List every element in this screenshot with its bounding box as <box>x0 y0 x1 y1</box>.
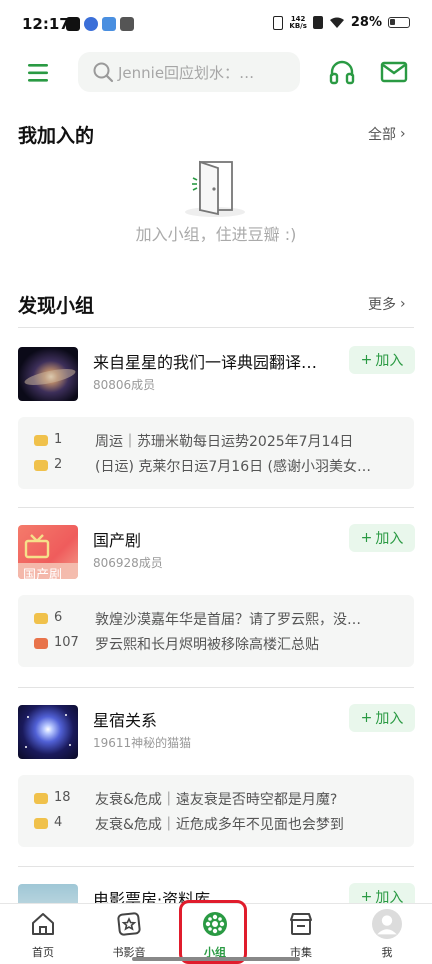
search-placeholder: Jennie回应划水：… <box>118 64 255 82</box>
nav-me[interactable]: 我 <box>344 904 430 964</box>
nav-label: 我 <box>381 946 393 959</box>
vibrate-icon <box>273 15 284 30</box>
home-icon <box>32 913 54 935</box>
divider <box>18 507 414 508</box>
battery-percent: 28% <box>350 15 382 30</box>
group-avatar <box>18 347 78 401</box>
comment-bubble-icon <box>34 818 48 829</box>
plus-icon: + <box>360 530 373 546</box>
group-avatar <box>18 705 78 759</box>
group-members: 806928成员 <box>93 556 163 570</box>
door-illustration <box>185 160 245 217</box>
headphones-icon[interactable] <box>328 58 356 86</box>
join-button[interactable]: + 加入 <box>349 524 415 552</box>
group-name[interactable]: 星宿关系 <box>93 707 343 731</box>
join-button[interactable]: + 加入 <box>349 704 415 732</box>
comment-bubble-icon <box>34 460 48 471</box>
top-header: Jennie回应划水：… <box>0 52 432 96</box>
search-bar[interactable]: Jennie回应划水：… <box>78 52 300 92</box>
post-title[interactable]: 罗云熙和长月烬明被移除高楼汇总贴 <box>95 634 400 654</box>
group-avatar-text: 国产剧 <box>23 568 63 579</box>
discover-more-link[interactable]: 更多 › <box>368 294 406 314</box>
post-row[interactable]: 2 (日运) 克莱尔日运7月16日 (感谢小羽美女… <box>18 454 414 478</box>
join-label: 加入 <box>375 531 404 547</box>
comment-bubble-icon <box>34 613 48 624</box>
post-row[interactable]: 4 友衰&危成｜近危成多年不见面也会梦到 <box>18 812 414 836</box>
status-right: 142 KB/s 28% <box>273 15 410 30</box>
post-row[interactable]: 107 罗云熙和长月烬明被移除高楼汇总贴 <box>18 632 414 656</box>
post-title[interactable]: (日运) 克莱尔日运7月16日 (感谢小羽美女… <box>95 456 400 476</box>
discover-section-title: 发现小组 <box>18 295 95 317</box>
group-posts: 6 敦煌沙漠嘉年华是首届？请了罗云熙，没… 107 罗云熙和长月烬明被移除高楼汇… <box>18 595 414 667</box>
avatar <box>372 909 402 939</box>
comment-count: 6 <box>54 610 63 625</box>
discover-more-label: 更多 <box>368 297 396 313</box>
net-speed-unit: KB/s <box>289 21 307 30</box>
comment-count: 1 <box>54 432 63 447</box>
star-card-icon <box>117 912 141 936</box>
comment-count: 107 <box>54 635 79 650</box>
joined-all-label: 全部 <box>368 127 396 143</box>
joined-empty-text: 加入小组，住进豆瓣 :) <box>135 225 297 244</box>
post-title[interactable]: 敦煌沙漠嘉年华是首届？请了罗云熙，没… <box>95 609 400 629</box>
group-posts: 1 周运｜苏珊米勒每日运势2025年7月14日 2 (日运) 克莱尔日运7月16… <box>18 417 414 489</box>
status-time: 12:17 <box>22 15 70 33</box>
divider <box>18 327 414 328</box>
chevron-right-icon: › <box>400 126 406 142</box>
tiktok-app-icon <box>66 17 80 31</box>
comment-bubble-icon <box>34 793 48 804</box>
mail-icon[interactable] <box>380 60 408 84</box>
join-label: 加入 <box>375 353 404 369</box>
divider <box>18 687 414 688</box>
battery-icon <box>388 17 410 28</box>
app-notification-icon <box>84 17 98 31</box>
shop-icon <box>290 913 312 935</box>
join-button[interactable]: + 加入 <box>349 346 415 374</box>
group-members: 80806成员 <box>93 378 156 392</box>
comment-count: 18 <box>54 790 71 805</box>
comment-bubble-icon <box>34 435 48 446</box>
comment-count: 4 <box>54 815 63 830</box>
post-title[interactable]: 友衰&危成｜遠友衰是否時空都是月魔? <box>95 789 400 809</box>
post-row[interactable]: 18 友衰&危成｜遠友衰是否時空都是月魔? <box>18 787 414 811</box>
plus-icon: + <box>360 710 373 726</box>
nav-media[interactable]: 书影音 <box>86 904 172 964</box>
group-posts: 18 友衰&危成｜遠友衰是否時空都是月魔? 4 友衰&危成｜近危成多年不见面也会… <box>18 775 414 847</box>
menu-icon[interactable] <box>26 60 52 86</box>
home-indicator <box>132 957 300 961</box>
joined-all-link[interactable]: 全部 › <box>368 124 406 144</box>
divider <box>18 866 414 867</box>
joined-section-title: 我加入的 <box>18 125 95 147</box>
post-title[interactable]: 周运｜苏珊米勒每日运势2025年7月14日 <box>95 431 400 451</box>
comment-bubble-icon <box>34 638 48 649</box>
comment-count: 2 <box>54 457 63 472</box>
post-row[interactable]: 6 敦煌沙漠嘉年华是首届？请了罗云熙，没… <box>18 607 414 631</box>
post-row[interactable]: 1 周运｜苏珊米勒每日运势2025年7月14日 <box>18 429 414 453</box>
chevron-right-icon: › <box>400 296 406 312</box>
group-name[interactable]: 来自星星的我们一译典园翻译… <box>93 349 343 373</box>
post-title[interactable]: 友衰&危成｜近危成多年不见面也会梦到 <box>95 814 400 834</box>
wifi-icon <box>329 17 344 28</box>
search-icon <box>93 62 114 83</box>
nav-home[interactable]: 首页 <box>0 904 86 964</box>
no-sim-icon <box>312 16 323 29</box>
highlight-box <box>179 900 247 964</box>
group-avatar: 国产剧 <box>18 525 78 579</box>
status-bar: 12:17 142 KB/s 28% <box>0 0 432 52</box>
nav-label: 首页 <box>32 946 54 959</box>
net-speed: 142 KB/s <box>289 15 307 30</box>
group-members: 19611神秘的猫猫 <box>93 736 192 750</box>
app-notification-icon <box>102 17 116 31</box>
join-label: 加入 <box>375 711 404 727</box>
nav-market[interactable]: 市集 <box>258 904 344 964</box>
plus-icon: + <box>360 352 373 368</box>
app-notification-icon <box>120 17 134 31</box>
group-name[interactable]: 国产剧 <box>93 527 343 551</box>
